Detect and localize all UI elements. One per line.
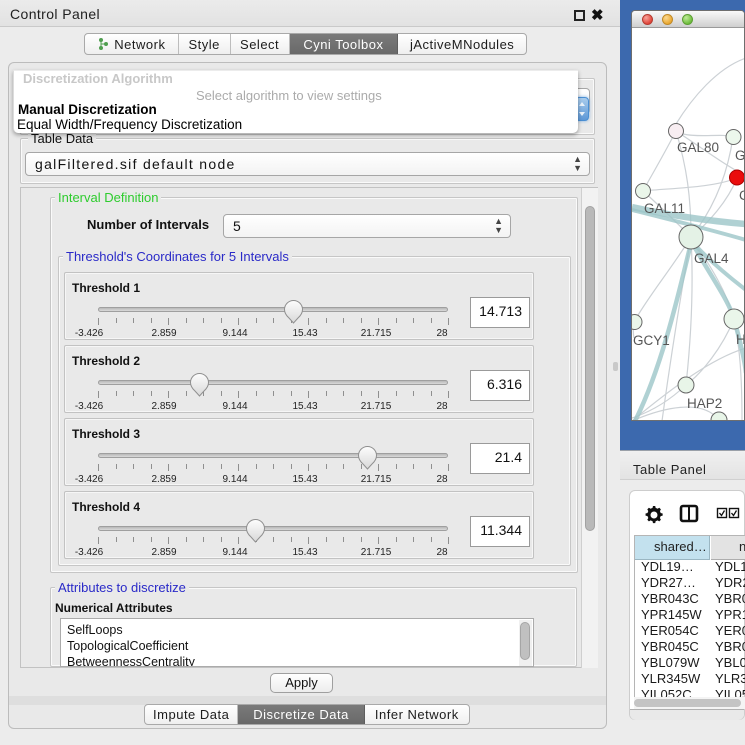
svg-text:GCY1: GCY1: [633, 333, 670, 348]
svg-text:C: C: [739, 188, 745, 203]
svg-text:GAL80: GAL80: [677, 140, 719, 155]
svg-text:HAP2: HAP2: [687, 396, 722, 411]
svg-text:GAL4: GAL4: [694, 251, 729, 266]
svg-text:H: H: [736, 332, 745, 347]
svg-text:GAL11: GAL11: [644, 201, 685, 216]
svg-text:GA: GA: [735, 148, 745, 163]
